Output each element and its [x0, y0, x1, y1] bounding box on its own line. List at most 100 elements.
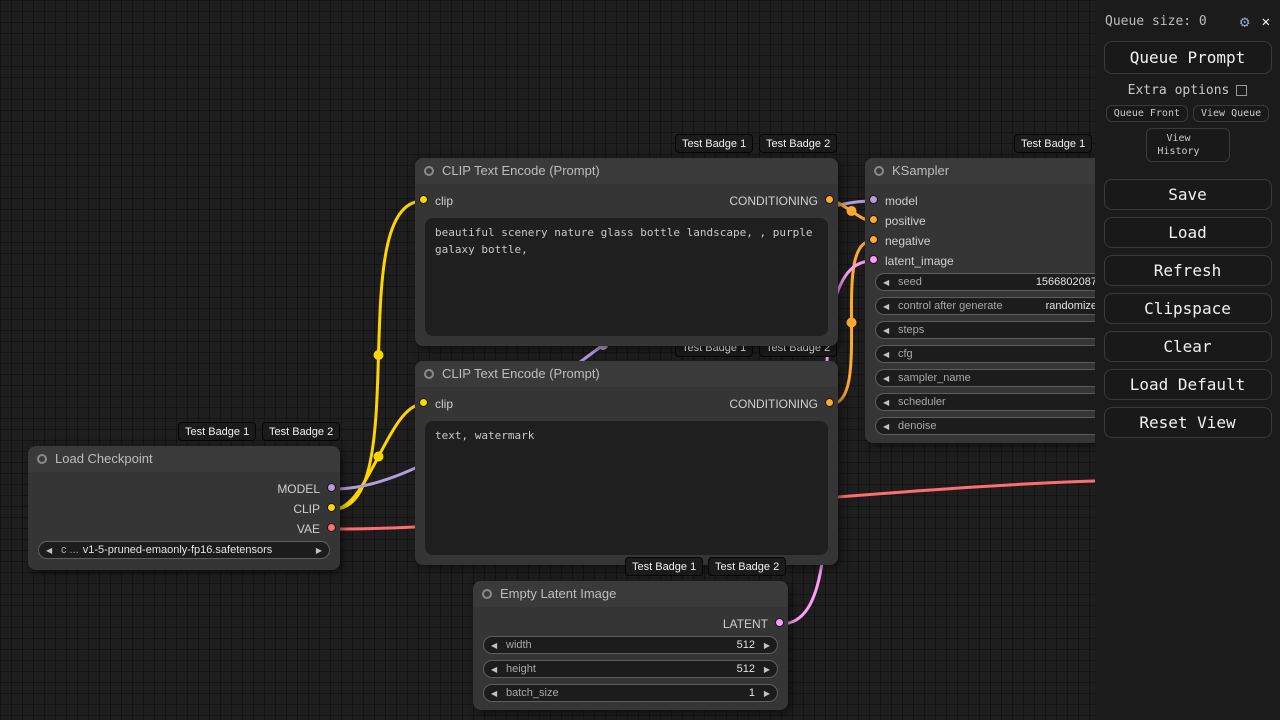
prompt-textarea[interactable]: text, watermark [425, 421, 828, 555]
denoise-widget[interactable]: ◀ denoise ▶ [875, 417, 1120, 435]
cfg-widget[interactable]: ◀ cfg ▶ [875, 345, 1120, 363]
output-slot-label: CONDITIONING [729, 397, 818, 411]
node-load-checkpoint[interactable]: Load Checkpoint MODEL CLIP VAE ◀ c ... v… [28, 446, 340, 570]
node-badge: Test Badge 1 [675, 134, 754, 153]
prev-option-arrow-icon[interactable]: ◀ [883, 302, 894, 311]
load-button[interactable]: Load [1103, 217, 1272, 248]
scheduler-widget[interactable]: ◀ scheduler ▶ [875, 393, 1120, 411]
output-slot-label: VAE [296, 522, 320, 536]
settings-gear-icon[interactable]: ⚙ [1240, 12, 1250, 31]
decrement-arrow-icon[interactable]: ◀ [883, 278, 894, 287]
node-ksampler[interactable]: KSampler model positive negative latent_… [865, 158, 1130, 443]
collapse-dot-icon[interactable] [424, 166, 434, 176]
widget-label: width [506, 639, 532, 651]
link-dot [373, 451, 384, 462]
link-dot [373, 350, 384, 360]
decrement-arrow-icon[interactable]: ◀ [883, 422, 894, 431]
decrement-arrow-icon[interactable]: ◀ [883, 326, 894, 335]
view-history-button[interactable]: View History [1145, 128, 1230, 162]
clipspace-button[interactable]: Clipspace [1103, 293, 1272, 324]
widget-label: denoise [898, 420, 937, 432]
decrement-arrow-icon[interactable]: ◀ [491, 641, 502, 650]
load-default-button[interactable]: Load Default [1103, 369, 1272, 400]
widget-label: steps [898, 324, 925, 336]
input-slot-label: clip [435, 194, 454, 208]
close-icon[interactable]: ✕ [1262, 14, 1270, 30]
node-title-bar[interactable]: KSampler [865, 158, 1130, 184]
widget-label: cfg [898, 348, 913, 360]
prompt-textarea[interactable]: beautiful scenery nature glass bottle la… [425, 218, 828, 336]
node-badge: Test Badge 2 [708, 557, 787, 576]
height-widget[interactable]: ◀ height 512 ▶ [483, 660, 778, 678]
decrement-arrow-icon[interactable]: ◀ [491, 665, 502, 674]
steps-widget[interactable]: ◀ steps ▶ [875, 321, 1120, 339]
comfy-menu: Queue size: 0 ⚙ ✕ Queue Prompt Extra opt… [1095, 0, 1280, 720]
widget-value: v1-5-pruned-emaonly-fp16.safetensors [82, 544, 273, 556]
conditioning-output-slot[interactable] [825, 195, 834, 204]
collapse-dot-icon[interactable] [874, 166, 884, 176]
extra-options-checkbox[interactable] [1236, 85, 1248, 96]
widget-label: batch_size [506, 687, 559, 699]
node-clip-text-encode-negative[interactable]: CLIP Text Encode (Prompt) clip CONDITION… [415, 361, 838, 565]
vae-output-slot[interactable] [327, 523, 336, 532]
collapse-dot-icon[interactable] [482, 589, 492, 599]
positive-input-slot[interactable] [869, 215, 878, 224]
model-input-slot[interactable] [869, 195, 878, 204]
prev-option-arrow-icon[interactable]: ◀ [46, 546, 57, 555]
node-badge: Test Badge 2 [262, 422, 341, 441]
node-title-bar[interactable]: CLIP Text Encode (Prompt) [415, 158, 838, 184]
seed-widget[interactable]: ◀ seed 1566802087 ▶ [875, 273, 1120, 291]
node-title-bar[interactable]: Load Checkpoint [28, 446, 340, 472]
widget-value: 1566802087 [1035, 276, 1097, 288]
widget-value: randomize [1045, 300, 1097, 312]
node-title: KSampler [892, 163, 950, 178]
clear-button[interactable]: Clear [1103, 331, 1272, 362]
node-clip-text-encode-positive[interactable]: CLIP Text Encode (Prompt) clip CONDITION… [415, 158, 838, 346]
collapse-dot-icon[interactable] [424, 369, 434, 379]
queue-prompt-button[interactable]: Queue Prompt [1103, 41, 1272, 74]
sampler-name-widget[interactable]: ◀ sampler_name ▶ [875, 369, 1120, 387]
ckpt-name-widget[interactable]: ◀ c ... v1-5-pruned-emaonly-fp16.safeten… [38, 541, 330, 559]
input-slot-label: latent_image [885, 254, 954, 268]
link-dot [846, 206, 857, 216]
clip-output-slot[interactable] [327, 503, 336, 512]
prev-option-arrow-icon[interactable]: ◀ [883, 374, 894, 383]
save-button[interactable]: Save [1103, 179, 1272, 210]
next-option-arrow-icon[interactable]: ▶ [311, 546, 322, 555]
output-slot-label: LATENT [722, 617, 768, 631]
output-slot-label: MODEL [277, 482, 320, 496]
increment-arrow-icon[interactable]: ▶ [759, 665, 770, 674]
latent-output-slot[interactable] [775, 618, 784, 627]
clip-input-slot[interactable] [419, 195, 428, 204]
clip-input-slot[interactable] [419, 398, 428, 407]
decrement-arrow-icon[interactable]: ◀ [491, 689, 502, 698]
node-empty-latent-image[interactable]: Empty Latent Image LATENT ◀ width 512 ▶ … [473, 581, 788, 710]
node-title: Load Checkpoint [55, 451, 153, 466]
input-slot-label: clip [435, 397, 454, 411]
input-slot-label: positive [885, 214, 926, 228]
batch-size-widget[interactable]: ◀ batch_size 1 ▶ [483, 684, 778, 702]
refresh-button[interactable]: Refresh [1103, 255, 1272, 286]
node-title-bar[interactable]: CLIP Text Encode (Prompt) [415, 361, 838, 387]
latent-image-input-slot[interactable] [869, 255, 878, 264]
collapse-dot-icon[interactable] [37, 454, 47, 464]
reset-view-button[interactable]: Reset View [1103, 407, 1272, 438]
negative-input-slot[interactable] [869, 235, 878, 244]
model-output-slot[interactable] [327, 483, 336, 492]
control-after-generate-widget[interactable]: ◀ control after generate randomize ▶ [875, 297, 1120, 315]
width-widget[interactable]: ◀ width 512 ▶ [483, 636, 778, 654]
widget-label: scheduler [898, 396, 946, 408]
widget-value: 512 [736, 663, 755, 675]
queue-front-button[interactable]: Queue Front [1105, 105, 1188, 122]
decrement-arrow-icon[interactable]: ◀ [883, 350, 894, 359]
widget-label: sampler_name [898, 372, 971, 384]
prev-option-arrow-icon[interactable]: ◀ [883, 398, 894, 407]
widget-value: 1 [748, 687, 755, 699]
conditioning-output-slot[interactable] [825, 398, 834, 407]
increment-arrow-icon[interactable]: ▶ [759, 689, 770, 698]
widget-label: height [506, 663, 536, 675]
node-title-bar[interactable]: Empty Latent Image [473, 581, 788, 607]
increment-arrow-icon[interactable]: ▶ [759, 641, 770, 650]
view-queue-button[interactable]: View Queue [1193, 105, 1270, 122]
node-title: CLIP Text Encode (Prompt) [442, 366, 600, 381]
